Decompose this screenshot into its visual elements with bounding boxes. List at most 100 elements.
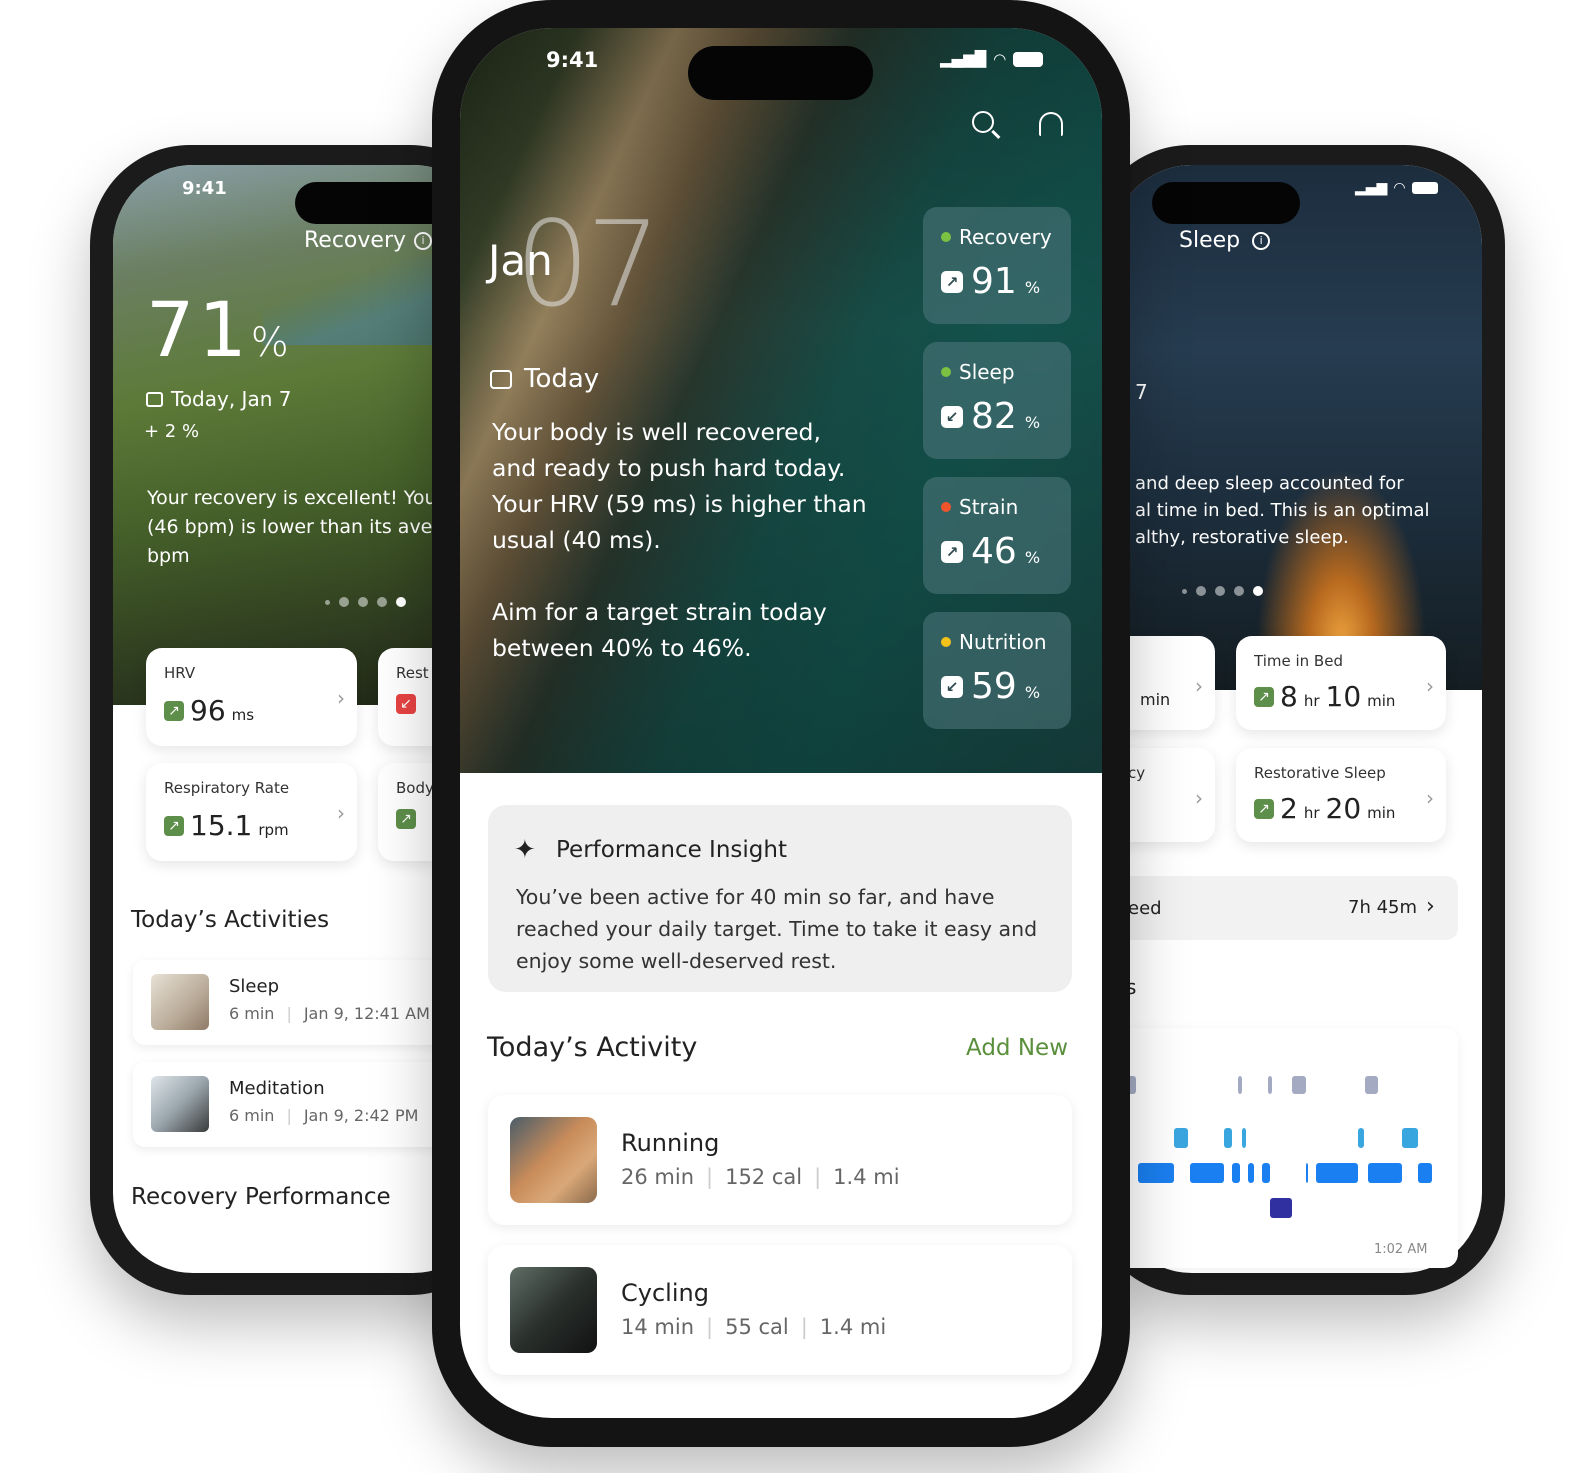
- date-month: Jan: [488, 236, 553, 285]
- score-card-nutrition[interactable]: Nutrition ↙ 59%: [923, 612, 1071, 729]
- metric-card-respiratory-rate[interactable]: Respiratory Rate ↗ 15.1 rpm ›: [146, 763, 357, 861]
- metric-label: Time in Bed: [1254, 652, 1343, 670]
- activity-calories: 55 cal: [725, 1315, 789, 1339]
- metric-card-time-in-bed[interactable]: Time in Bed ↗ 8 hr 10 min ›: [1236, 636, 1446, 730]
- list-item[interactable]: Sleep 6 min | Jan 9, 12:41 AM: [133, 960, 453, 1045]
- metric-card-rest[interactable]: Rest ↙: [378, 648, 438, 746]
- sleep-description: and deep sleep accounted for al time in …: [1135, 470, 1429, 551]
- insight-title: Performance Insight: [556, 837, 787, 863]
- insight-text: You’ve been active for 40 min so far, an…: [516, 885, 1038, 973]
- minutes-value: 10: [1325, 680, 1362, 713]
- meditation-thumbnail: [151, 1076, 209, 1132]
- metric-label: Restorative Sleep: [1254, 764, 1386, 782]
- todays-activity-title: Today’s Activity: [487, 1032, 698, 1063]
- sleep-need-row[interactable]: eed 7h 45m ›: [1112, 876, 1458, 940]
- right-status-icons: ▂▄▆ ◠: [1355, 180, 1438, 196]
- running-thumbnail: [510, 1117, 597, 1203]
- metric-value: 96: [190, 694, 226, 727]
- chevron-right-icon: ›: [337, 801, 345, 825]
- metric-label: HRV: [164, 664, 196, 682]
- bell-icon[interactable]: [1039, 112, 1063, 136]
- sleep-stage-light: [1418, 1163, 1432, 1183]
- chevron-right-icon: ›: [1426, 674, 1434, 698]
- status-dot: [941, 502, 951, 512]
- chart-time-label: 1:02 AM: [1374, 1242, 1428, 1257]
- score-unit: %: [1024, 548, 1041, 567]
- score-value: 46: [971, 531, 1017, 572]
- search-icon[interactable]: [972, 111, 994, 133]
- activity-duration: 26 min: [621, 1165, 694, 1189]
- sleep-stage-rem: [1402, 1128, 1418, 1148]
- score-card-sleep[interactable]: Sleep ↙ 82%: [923, 342, 1071, 459]
- sleep-stage-rem: [1358, 1128, 1364, 1148]
- chevron-right-icon: ›: [337, 686, 345, 710]
- sleep-stage-deep: [1270, 1198, 1292, 1218]
- metric-card-body[interactable]: Body ↗: [378, 763, 438, 861]
- score-label: Strain: [959, 495, 1019, 519]
- trend-up-icon: ↗: [164, 815, 184, 836]
- calendar-icon: [490, 369, 512, 389]
- center-status-time: 9:41: [546, 48, 599, 72]
- metric-label: cy: [1128, 764, 1146, 782]
- status-dot: [941, 367, 951, 377]
- today-text: Today: [524, 364, 600, 394]
- sleep-stage-light: [1138, 1163, 1174, 1183]
- trend-up-icon: ↗: [1254, 686, 1274, 707]
- info-icon[interactable]: i: [414, 231, 433, 250]
- message-line: and ready to push hard today.: [492, 454, 846, 482]
- desc-line: Your recovery is excellent! You: [147, 487, 437, 509]
- score-card-recovery[interactable]: Recovery ↗ 91%: [923, 207, 1071, 324]
- recovery-change: + 2 %: [144, 421, 200, 442]
- list-item[interactable]: Meditation 6 min | Jan 9, 2:42 PM: [133, 1062, 453, 1147]
- sleep-stage-rem: [1224, 1128, 1232, 1148]
- center-dynamic-island: [688, 46, 873, 100]
- signal-icon: ▂▄▆: [1355, 180, 1388, 196]
- metric-card-restorative-sleep[interactable]: Restorative Sleep ↗ 2 hr 20 min ›: [1236, 748, 1446, 842]
- right-page-dots[interactable]: [1182, 586, 1263, 596]
- chevron-right-icon: ›: [1195, 786, 1203, 810]
- metric-value: 15.1: [190, 809, 253, 842]
- min-unit: min: [1367, 692, 1396, 710]
- metric-card-hrv[interactable]: HRV ↗ 96 ms ›: [146, 648, 357, 746]
- recovery-performance-title: Recovery Performance: [131, 1184, 391, 1210]
- message-line: Your body is well recovered,: [492, 418, 821, 446]
- activity-time: Jan 9, 2:42 PM: [303, 1106, 419, 1125]
- activity-name: Sleep: [229, 976, 280, 997]
- minutes-value: 20: [1325, 792, 1362, 825]
- chevron-right-icon: ›: [1195, 674, 1203, 698]
- desc-line: althy, restorative sleep.: [1135, 527, 1349, 548]
- activity-name: Running: [621, 1129, 720, 1157]
- recovery-message: Your body is well recovered, and ready t…: [492, 414, 867, 558]
- trend-up-icon: ↗: [396, 809, 416, 829]
- left-dynamic-island: [295, 182, 455, 224]
- metric-label: Respiratory Rate: [164, 779, 290, 797]
- sleep-need-label: eed: [1128, 898, 1162, 919]
- message-line: usual (40 ms).: [492, 526, 661, 554]
- activity-time: Jan 9, 12:41 AM: [303, 1004, 430, 1023]
- today-label: Today: [490, 364, 599, 394]
- sleep-stage-awake: [1238, 1076, 1242, 1094]
- trend-up-icon: ↗: [1254, 798, 1274, 819]
- left-page-dots[interactable]: [325, 597, 406, 607]
- sleep-stages-card: 1:02 AM: [1112, 1028, 1458, 1268]
- desc-line: bpm: [147, 545, 190, 567]
- left-date: Today, Jan 7: [146, 387, 291, 411]
- metric-unit: rpm: [258, 821, 289, 839]
- trend-up-icon: ↗: [941, 270, 963, 293]
- score-label: Recovery: [959, 225, 1052, 249]
- activity-running[interactable]: Running 26 min | 152 cal | 1.4 mi: [488, 1095, 1072, 1225]
- battery-icon: [1411, 182, 1438, 194]
- activity-name: Meditation: [229, 1078, 325, 1099]
- score-value: 82: [971, 396, 1017, 437]
- right-date-fragment: 7: [1135, 380, 1148, 404]
- right-title: Sleep i: [1179, 228, 1271, 253]
- add-new-link[interactable]: Add New: [966, 1035, 1068, 1061]
- activity-cycling[interactable]: Cycling 14 min | 55 cal | 1.4 mi: [488, 1245, 1072, 1375]
- trend-up-icon: ↗: [941, 540, 963, 563]
- info-icon[interactable]: i: [1252, 231, 1271, 250]
- score-card-strain[interactable]: Strain ↗ 46%: [923, 477, 1071, 594]
- status-dot: [941, 232, 951, 242]
- score-unit: %: [1024, 278, 1041, 297]
- min-unit: min: [1367, 804, 1396, 822]
- sleep-need-value: 7h 45m: [1348, 897, 1418, 918]
